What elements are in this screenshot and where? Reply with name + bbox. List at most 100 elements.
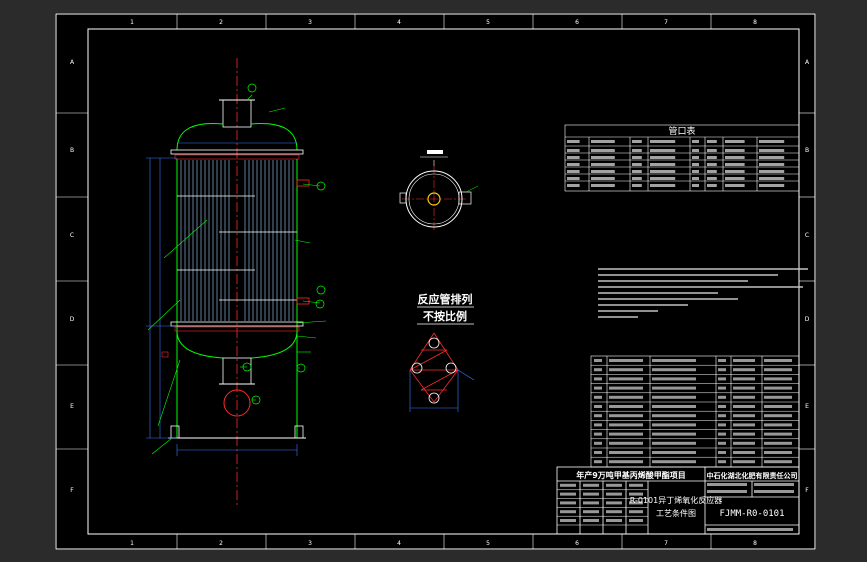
zone-letter-left: E [70, 403, 74, 410]
nozzle-table-cells [567, 140, 785, 187]
table-cell-text [725, 177, 745, 180]
parts-cell-text [764, 441, 792, 445]
title-cell-text [560, 492, 576, 496]
parts-cell-text [764, 386, 792, 390]
parts-cell-text [594, 395, 602, 399]
table-cell-text [725, 156, 745, 159]
parts-cell-text [718, 432, 726, 436]
parts-cell-text [733, 395, 755, 399]
zone-number-bottom: 7 [664, 540, 668, 547]
table-cell-text [759, 149, 785, 152]
parts-cell-text [764, 451, 792, 454]
table-cell-text [567, 140, 580, 143]
parts-cell-text [652, 451, 696, 454]
parts-cell-text [594, 414, 602, 418]
zone-number-bottom: 5 [486, 540, 490, 547]
parts-list [590, 355, 800, 468]
parts-cell-text [594, 359, 602, 362]
parts-cell-text [594, 386, 602, 390]
title-cell-text [560, 510, 576, 514]
table-cell-text [591, 156, 615, 159]
note-line [598, 274, 778, 276]
zone-letter-right: C [805, 232, 809, 239]
company-name: 中石化湖北化肥有限责任公司 [707, 471, 798, 480]
tube-arrangement-sketch: 反应管排列 不按比例 [409, 292, 475, 412]
parts-cell-text [733, 460, 755, 464]
part-balloons [242, 83, 326, 405]
title-cell-text [583, 483, 599, 487]
table-cell-text [632, 156, 642, 159]
parts-cell-text [764, 359, 792, 362]
parts-cell-text [652, 377, 696, 381]
parts-cell-text [718, 451, 726, 454]
parts-cell-text [718, 368, 726, 372]
zone-number-bottom: 3 [308, 540, 312, 547]
title-cell-text [560, 519, 576, 522]
table-cell-text [725, 149, 745, 152]
table-cell-text [692, 170, 699, 173]
table-cell-text [692, 177, 699, 180]
parts-cell-text [609, 441, 643, 445]
title-cell-text [583, 519, 599, 522]
parts-cell-text [733, 368, 755, 372]
parts-cell-text [764, 395, 792, 399]
parts-cell-text [718, 359, 726, 362]
parts-cell-text [609, 460, 643, 464]
parts-cell-text [652, 368, 696, 372]
zone-number-top: 1 [130, 19, 134, 26]
zone-number-bottom: 6 [575, 540, 579, 547]
zone-letter-right: F [805, 487, 809, 494]
base-ring [170, 425, 180, 439]
side-nozzle [296, 179, 310, 187]
parts-cell-text [733, 414, 755, 418]
plan-view [399, 150, 479, 231]
parts-cell-text [652, 395, 696, 399]
table-cell-text [632, 149, 642, 152]
parts-cell-text [718, 386, 726, 390]
table-cell-text [567, 184, 580, 187]
nozzle-table-title: 管口表 [668, 125, 695, 137]
parts-cell-text [609, 359, 643, 362]
table-cell-text [591, 170, 615, 173]
parts-cell-text [764, 460, 792, 464]
note-line [598, 280, 748, 282]
table-cell-text [567, 177, 580, 180]
table-cell-text [650, 184, 676, 187]
table-cell-text [650, 170, 676, 173]
drawing-title-line2: 工艺条件图 [656, 508, 696, 518]
table-cell-text [707, 156, 717, 159]
title-cell-text [583, 501, 599, 505]
table-cell-text [567, 149, 580, 152]
note-line [598, 286, 803, 288]
parts-cell-text [652, 405, 696, 408]
table-cell-text [591, 149, 615, 152]
parts-cell-text [594, 432, 602, 436]
table-cell-text [759, 163, 785, 166]
parts-cell-text [652, 441, 696, 445]
dimension-lines [146, 142, 298, 456]
note-line [598, 310, 658, 312]
table-cell-text [707, 170, 717, 173]
zone-number-bottom: 4 [397, 540, 401, 547]
parts-cell-text [609, 405, 643, 408]
zone-number-top: 5 [486, 19, 490, 26]
reactor-vessel [161, 58, 310, 508]
zone-letter-right: D [805, 316, 810, 323]
table-cell-text [759, 170, 785, 173]
parts-cell-text [733, 441, 755, 445]
parts-cell-text [652, 423, 696, 427]
parts-cell-text [652, 414, 696, 418]
parts-cell-text [609, 423, 643, 427]
table-cell-text [632, 140, 642, 143]
parts-cell-text [594, 441, 602, 445]
table-cell-text [759, 177, 785, 180]
zone-number-top: 4 [397, 19, 401, 26]
table-cell-text [650, 177, 676, 180]
project-name: 年产9万吨甲基丙烯酸甲酯项目 [576, 470, 686, 480]
arrangement-subtitle: 不按比例 [423, 309, 467, 323]
table-cell-text [725, 163, 745, 166]
parts-cell-text [609, 414, 643, 418]
technical-notes [598, 268, 808, 318]
parts-cell-text [594, 451, 602, 454]
table-cell-text [632, 177, 642, 180]
